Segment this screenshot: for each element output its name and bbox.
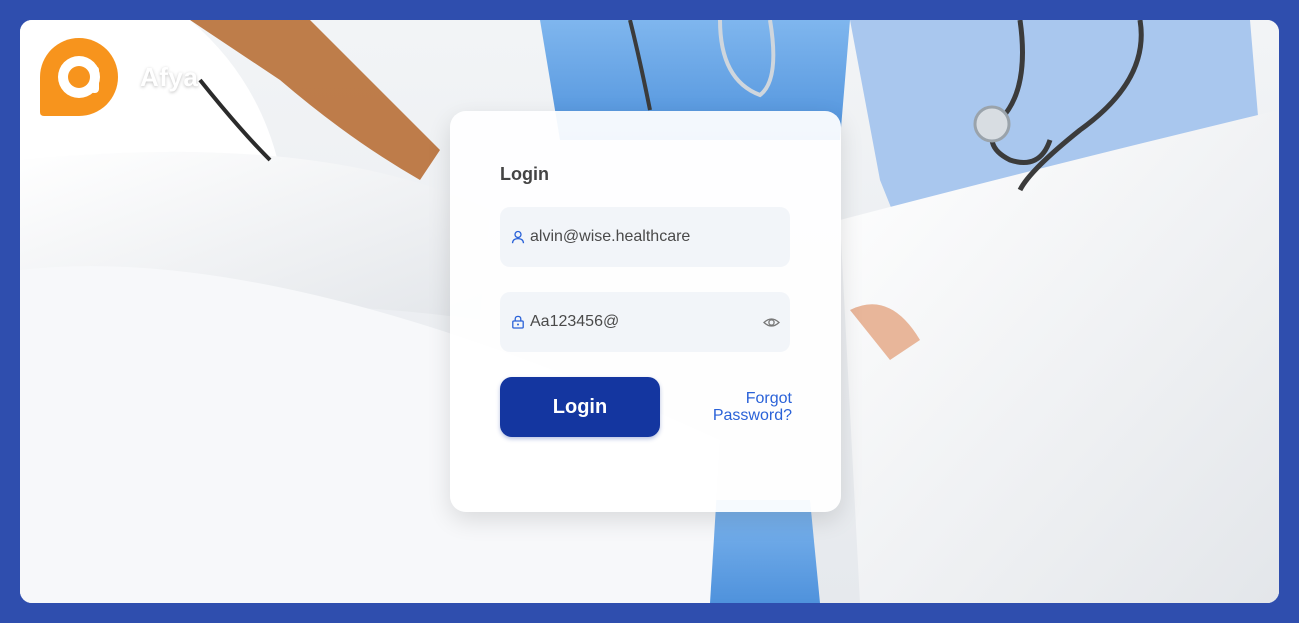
lock-icon	[512, 315, 524, 329]
email-input[interactable]	[530, 228, 750, 246]
eye-icon[interactable]	[763, 314, 780, 331]
app-window: Afya Login Login Forgot Password?	[20, 20, 1279, 603]
email-field[interactable]	[500, 207, 790, 267]
login-card: Login Login Forgot Password?	[450, 111, 841, 512]
forgot-password-link[interactable]: Forgot Password?	[682, 390, 792, 424]
brand-header: Afya	[38, 36, 198, 118]
password-field[interactable]	[500, 292, 790, 352]
brand-name: Afya	[140, 61, 199, 92]
user-icon	[511, 230, 525, 244]
login-title: Login	[500, 164, 549, 184]
afya-logo-icon	[40, 38, 118, 116]
login-button[interactable]: Login	[500, 377, 660, 437]
password-input[interactable]	[530, 313, 750, 331]
